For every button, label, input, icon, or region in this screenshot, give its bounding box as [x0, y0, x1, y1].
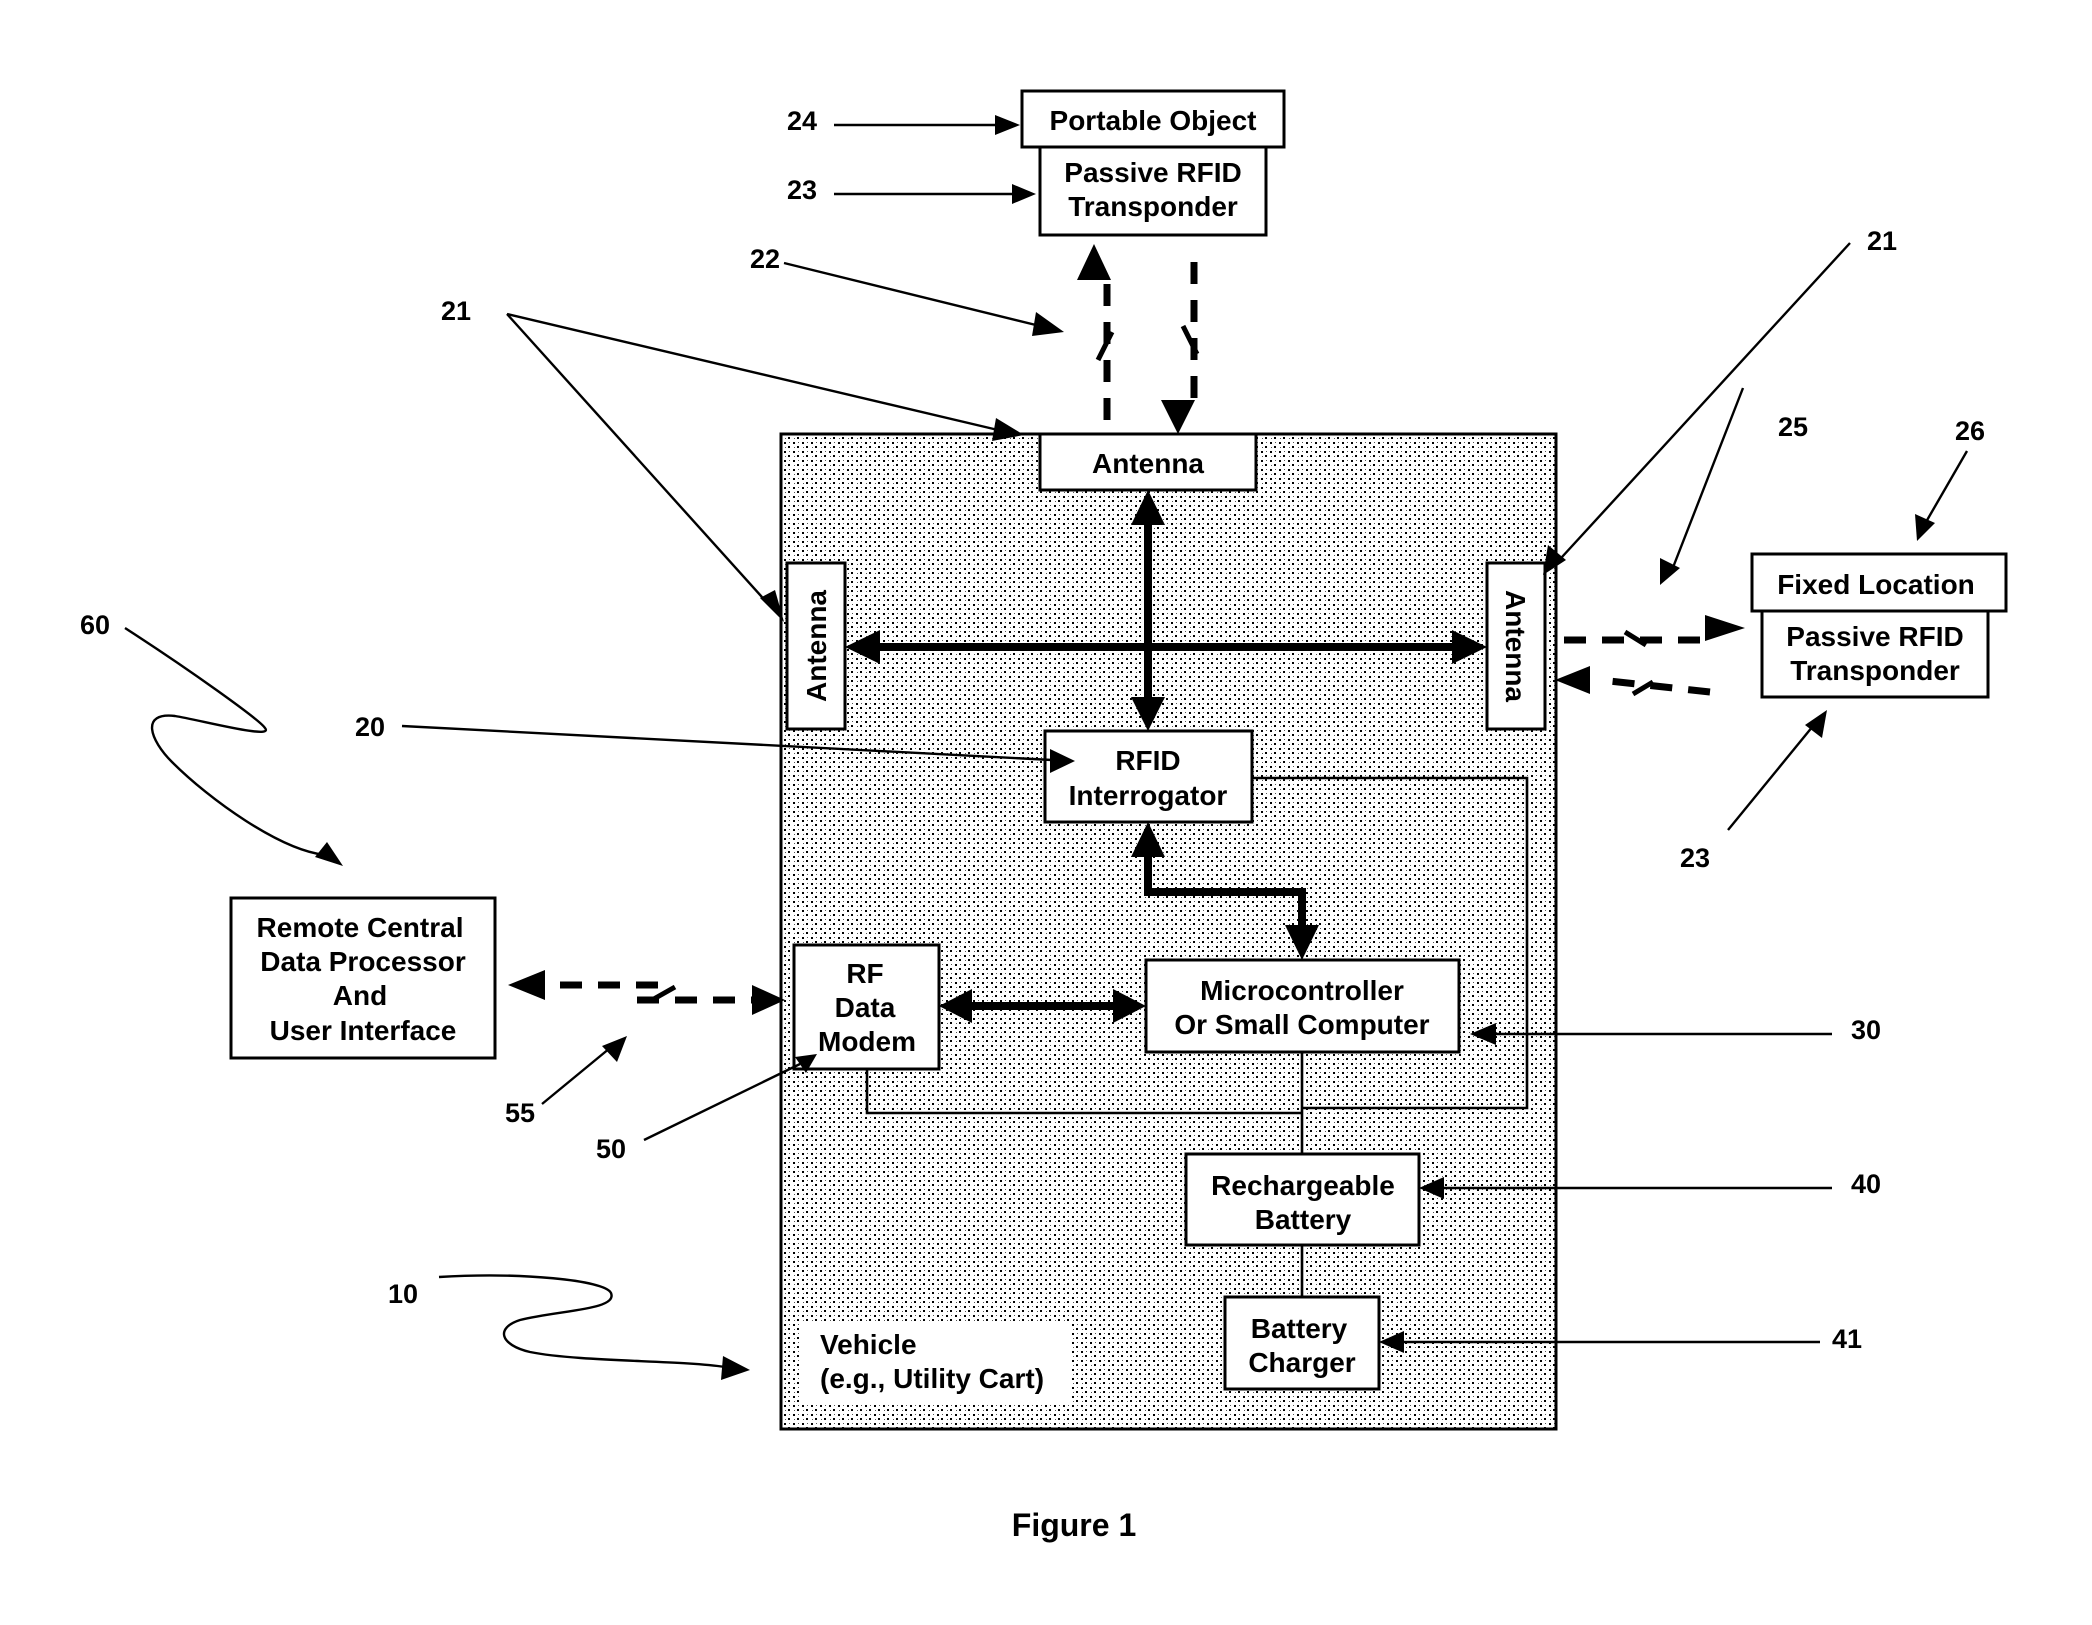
ref-23-right: 23 — [1680, 843, 1710, 873]
rf-data-modem-line-2: Data — [835, 992, 896, 1023]
fixed-location-box: Fixed Location — [1750, 552, 2008, 613]
remote-central-line-3: And — [333, 980, 387, 1011]
vehicle-block: Vehicle (e.g., Utility Cart) — [779, 432, 1558, 1431]
ref-21-left: 21 — [441, 296, 471, 326]
ref-26: 26 — [1955, 416, 1985, 446]
passive-rfid-top-box: Passive RFID Transponder — [1038, 145, 1268, 237]
leader-10-arrowhead — [721, 1356, 750, 1380]
rf-data-modem-line-3: Modem — [818, 1026, 916, 1057]
leader-55-arrowhead — [602, 1036, 627, 1062]
portable-object-label: Portable Object — [1050, 105, 1257, 136]
arrowhead-to-portable-tag — [1077, 244, 1111, 280]
rfid-interrogator-line-1: RFID — [1115, 745, 1180, 776]
passive-rfid-right-line-1: Passive RFID — [1786, 621, 1963, 652]
ref-55: 55 — [505, 1098, 535, 1128]
vehicle-label-line-1: Vehicle — [820, 1329, 917, 1360]
rf-data-modem-line-1: RF — [846, 958, 883, 989]
passive-rfid-top-line-2: Transponder — [1068, 191, 1238, 222]
rechargeable-battery-line-1: Rechargeable — [1211, 1170, 1395, 1201]
arrowhead-to-remote — [508, 970, 545, 1000]
vehicle-enclosure — [779, 432, 1558, 1431]
leader-23-right-arrowhead — [1805, 710, 1827, 738]
ref-60: 60 — [80, 610, 110, 640]
leader-22 — [783, 261, 1041, 328]
leader-25 — [1670, 387, 1745, 571]
ref-30: 30 — [1851, 1015, 1881, 1045]
battery-charger-box: Battery Charger — [1223, 1295, 1381, 1391]
arrowhead-to-fixed-tag — [1705, 615, 1745, 641]
leader-50 — [643, 1062, 801, 1142]
leader-21-right — [1561, 242, 1851, 558]
antenna-right-box: Antenna — [1485, 561, 1547, 731]
leader-23-top-arrowhead — [1012, 184, 1036, 204]
passive-rfid-top-line-1: Passive RFID — [1064, 157, 1241, 188]
ref-20: 20 — [355, 712, 385, 742]
ref-21-right: 21 — [1867, 226, 1897, 256]
dashed-from-fixed-tag — [1599, 676, 1711, 696]
leader-60 — [124, 626, 326, 857]
arrowhead-to-top-antenna — [1161, 400, 1195, 434]
arrowhead-to-right-antenna — [1555, 666, 1590, 694]
ref-22: 22 — [750, 244, 780, 274]
leader-26 — [1924, 450, 1969, 523]
figure-caption: Figure 1 — [1012, 1507, 1136, 1543]
patent-figure: Vehicle (e.g., Utility Cart) Portable Ob… — [80, 89, 2008, 1543]
ref-10: 10 — [388, 1279, 418, 1309]
ref-24: 24 — [787, 106, 817, 136]
ref-25: 25 — [1778, 412, 1808, 442]
vehicle-label-line-2: (e.g., Utility Cart) — [820, 1363, 1044, 1394]
ref-40: 40 — [1851, 1169, 1881, 1199]
wireless-link-remote — [508, 970, 785, 1015]
ref-41: 41 — [1832, 1324, 1862, 1354]
ref-23-top: 23 — [787, 175, 817, 205]
remote-central-box: Remote Central Data Processor And User I… — [229, 896, 497, 1060]
leader-60-arrowhead — [315, 842, 343, 866]
battery-charger-line-1: Battery — [1251, 1313, 1348, 1344]
remote-central-line-4: User Interface — [270, 1015, 457, 1046]
antenna-left-box: Antenna — [785, 561, 847, 731]
remote-central-line-1: Remote Central — [257, 912, 464, 943]
rfid-interrogator-box: RFID Interrogator — [1043, 729, 1254, 824]
leader-23-right — [1727, 725, 1814, 831]
battery-charger-line-2: Charger — [1248, 1347, 1355, 1378]
microcontroller-line-1: Microcontroller — [1200, 975, 1404, 1006]
leader-21-to-top-antenna — [506, 312, 999, 432]
wireless-link-right — [1555, 615, 1745, 697]
antenna-top-label: Antenna — [1092, 448, 1204, 479]
break-mark-inbound — [1631, 679, 1655, 697]
portable-object-box: Portable Object — [1020, 89, 1286, 149]
leader-26-arrowhead — [1915, 514, 1935, 541]
rechargeable-battery-box: Rechargeable Battery — [1184, 1152, 1421, 1247]
remote-central-line-2: Data Processor — [260, 946, 466, 977]
antenna-right-label: Antenna — [1500, 590, 1531, 702]
microcontroller-box: Microcontroller Or Small Computer — [1144, 958, 1461, 1054]
leader-55 — [541, 1047, 611, 1105]
leader-25-arrowhead — [1660, 558, 1680, 585]
wireless-link-top — [1077, 244, 1200, 434]
leader-24-arrowhead — [995, 115, 1020, 135]
antenna-top-box: Antenna — [1038, 432, 1258, 492]
rf-data-modem-box: RF Data Modem — [792, 943, 941, 1071]
leader-21-to-left-antenna — [506, 313, 771, 607]
microcontroller-line-2: Or Small Computer — [1174, 1009, 1429, 1040]
rfid-interrogator-line-2: Interrogator — [1069, 780, 1228, 811]
passive-rfid-right-box: Passive RFID Transponder — [1760, 609, 1990, 699]
fixed-location-label: Fixed Location — [1777, 569, 1975, 600]
rechargeable-battery-line-2: Battery — [1255, 1204, 1352, 1235]
antenna-left-label: Antenna — [801, 590, 832, 702]
ref-50: 50 — [596, 1134, 626, 1164]
leader-10 — [438, 1274, 726, 1369]
passive-rfid-right-line-2: Transponder — [1790, 655, 1960, 686]
leader-22-arrowhead — [1032, 312, 1064, 336]
